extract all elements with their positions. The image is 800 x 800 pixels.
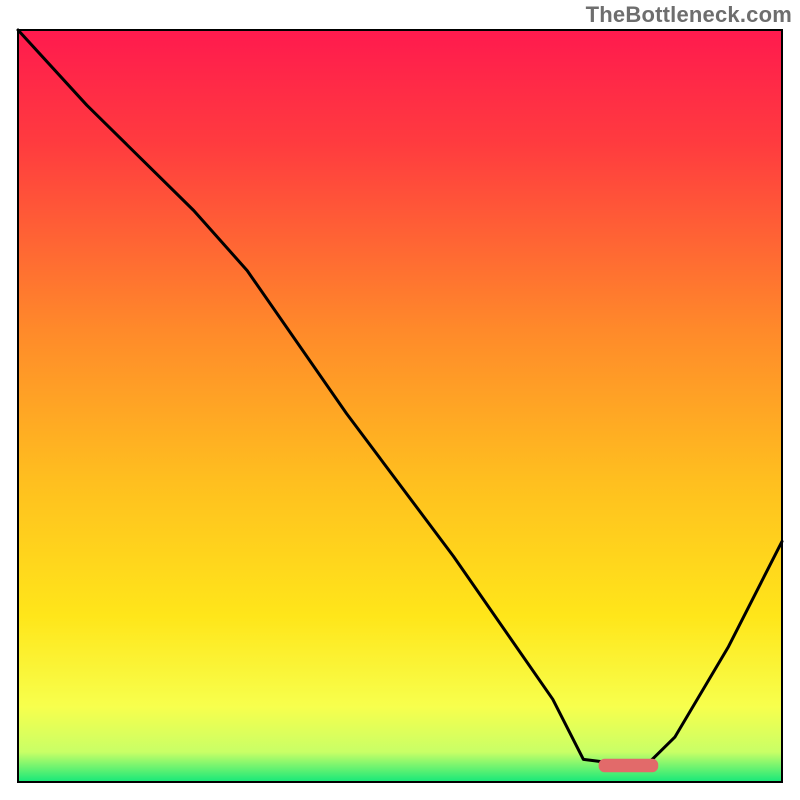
optimal-marker <box>599 759 659 773</box>
chart-container: TheBottleneck.com <box>0 0 800 800</box>
plot-area <box>18 30 782 782</box>
bottleneck-chart <box>0 0 800 800</box>
